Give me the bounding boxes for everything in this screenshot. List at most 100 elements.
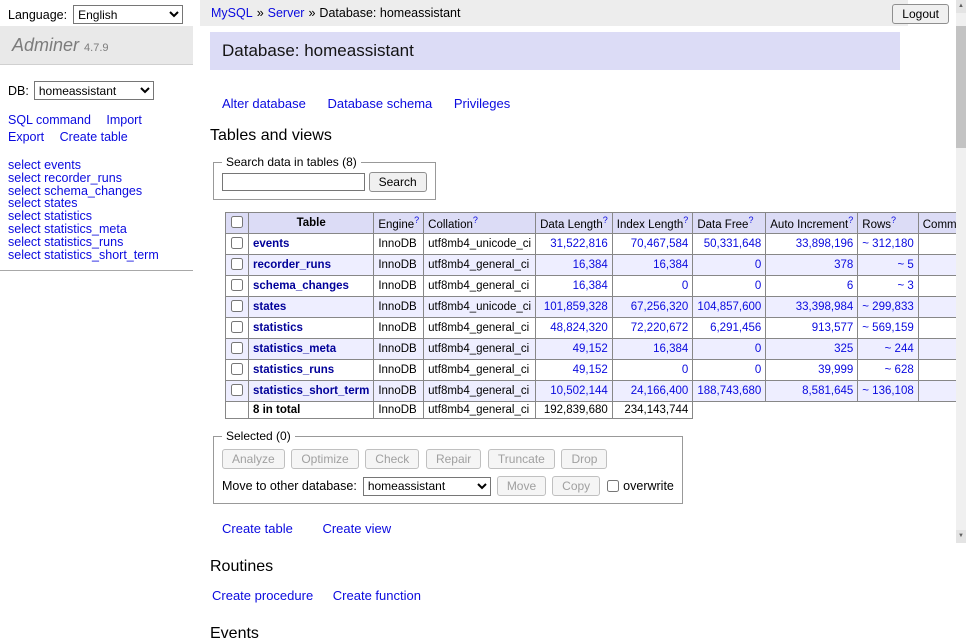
auto-increment-link[interactable]: 6	[847, 280, 853, 292]
move-button[interactable]: Move	[497, 476, 546, 496]
overwrite-checkbox[interactable]	[607, 480, 619, 492]
auto-increment-link[interactable]: 8,581,645	[802, 385, 853, 397]
table-link[interactable]: recorder_runs	[253, 259, 331, 271]
truncate-button[interactable]: Truncate	[488, 449, 555, 469]
rows-count-link[interactable]: ~ 628	[885, 364, 914, 376]
index-length-link[interactable]: 70,467,584	[631, 238, 689, 250]
create-table-link[interactable]: Create table	[222, 521, 293, 536]
data-length-link[interactable]: 16,384	[573, 259, 608, 271]
move-database-select[interactable]: homeassistant	[363, 477, 491, 496]
row-checkbox[interactable]	[231, 258, 243, 270]
sidebar-item-select-recorder-runs[interactable]: select recorder_runs	[8, 172, 185, 185]
sidebar-item-select-statistics-runs[interactable]: select statistics_runs	[8, 236, 185, 249]
data-length-link[interactable]: 101,859,328	[544, 301, 608, 313]
auto-increment-link[interactable]: 39,999	[818, 364, 853, 376]
auto-increment-link[interactable]: 325	[834, 343, 853, 355]
table-link[interactable]: schema_changes	[253, 280, 349, 292]
sidebar-item-select-statistics-short-term[interactable]: select statistics_short_term	[8, 249, 185, 262]
scrollbar[interactable]: ▲ ▼	[956, 0, 966, 543]
drop-button[interactable]: Drop	[561, 449, 607, 469]
rows-count-link[interactable]: ~ 244	[885, 343, 914, 355]
row-checkbox[interactable]	[231, 342, 243, 354]
sidebar-link-create-table[interactable]: Create table	[60, 130, 128, 144]
alter-database-link[interactable]: Alter database	[222, 96, 306, 111]
data-free-link[interactable]: 6,291,456	[710, 322, 761, 334]
scrollbar-thumb[interactable]	[956, 26, 966, 148]
row-checkbox[interactable]	[231, 363, 243, 375]
data-length-link[interactable]: 10,502,144	[550, 385, 608, 397]
logout-button[interactable]: Logout	[892, 4, 949, 24]
help-icon[interactable]: ?	[848, 215, 853, 225]
database-schema-link[interactable]: Database schema	[327, 96, 432, 111]
help-icon[interactable]: ?	[603, 215, 608, 225]
rows-count-link[interactable]: ~ 569,159	[862, 322, 913, 334]
table-link[interactable]: statistics_meta	[253, 343, 336, 355]
table-link[interactable]: statistics_short_term	[253, 385, 369, 397]
create-procedure-link[interactable]: Create procedure	[212, 588, 313, 603]
sidebar-link-import[interactable]: Import	[106, 113, 141, 127]
row-checkbox[interactable]	[231, 279, 243, 291]
rows-count-link[interactable]: ~ 5	[897, 259, 913, 271]
sidebar-item-select-statistics-meta[interactable]: select statistics_meta	[8, 223, 185, 236]
create-function-link[interactable]: Create function	[333, 588, 421, 603]
check-button[interactable]: Check	[365, 449, 419, 469]
data-length-link[interactable]: 48,824,320	[550, 322, 608, 334]
index-length-link[interactable]: 0	[682, 364, 688, 376]
data-length-link[interactable]: 49,152	[573, 364, 608, 376]
rows-count-link[interactable]: ~ 136,108	[862, 385, 913, 397]
row-checkbox[interactable]	[231, 321, 243, 333]
help-icon[interactable]: ?	[683, 215, 688, 225]
table-link[interactable]: events	[253, 238, 289, 250]
rows-count-link[interactable]: ~ 312,180	[862, 238, 913, 250]
index-length-link[interactable]: 16,384	[653, 259, 688, 271]
help-icon[interactable]: ?	[748, 215, 753, 225]
index-length-link[interactable]: 24,166,400	[631, 385, 689, 397]
auto-increment-link[interactable]: 33,898,196	[796, 238, 854, 250]
sidebar-link-sql-command[interactable]: SQL command	[8, 113, 91, 127]
copy-button[interactable]: Copy	[552, 476, 600, 496]
data-free-link[interactable]: 0	[755, 343, 761, 355]
index-length-link[interactable]: 72,220,672	[631, 322, 689, 334]
row-checkbox[interactable]	[231, 384, 243, 396]
index-length-link[interactable]: 0	[682, 280, 688, 292]
rows-count-link[interactable]: ~ 3	[897, 280, 913, 292]
data-length-link[interactable]: 31,522,816	[550, 238, 608, 250]
index-length-link[interactable]: 67,256,320	[631, 301, 689, 313]
sidebar-item-select-events[interactable]: select events	[8, 159, 185, 172]
row-checkbox[interactable]	[231, 300, 243, 312]
auto-increment-link[interactable]: 913,577	[812, 322, 854, 334]
create-view-link[interactable]: Create view	[322, 521, 391, 536]
data-free-link[interactable]: 0	[755, 364, 761, 376]
table-link[interactable]: statistics_runs	[253, 364, 334, 376]
language-select[interactable]: English	[73, 5, 183, 24]
scroll-down-icon[interactable]: ▼	[956, 530, 966, 543]
data-free-link[interactable]: 104,857,600	[697, 301, 761, 313]
optimize-button[interactable]: Optimize	[291, 449, 358, 469]
auto-increment-link[interactable]: 33,398,984	[796, 301, 854, 313]
analyze-button[interactable]: Analyze	[222, 449, 285, 469]
scroll-up-icon[interactable]: ▲	[956, 0, 966, 13]
index-length-link[interactable]: 16,384	[653, 343, 688, 355]
sidebar-link-export[interactable]: Export	[8, 130, 44, 144]
data-free-link[interactable]: 50,331,648	[704, 238, 762, 250]
auto-increment-link[interactable]: 378	[834, 259, 853, 271]
repair-button[interactable]: Repair	[426, 449, 481, 469]
table-link[interactable]: states	[253, 301, 286, 313]
help-icon[interactable]: ?	[473, 215, 478, 225]
search-button[interactable]: Search	[369, 172, 427, 192]
data-free-link[interactable]: 0	[755, 280, 761, 292]
data-length-link[interactable]: 16,384	[573, 280, 608, 292]
db-select[interactable]: homeassistant	[34, 81, 154, 100]
breadcrumb-mysql-link[interactable]: MySQL	[211, 6, 253, 20]
table-link[interactable]: statistics	[253, 322, 303, 334]
rows-count-link[interactable]: ~ 299,833	[862, 301, 913, 313]
app-name[interactable]: Adminer	[12, 35, 79, 55]
data-free-link[interactable]: 188,743,680	[697, 385, 761, 397]
privileges-link[interactable]: Privileges	[454, 96, 510, 111]
select-all-checkbox[interactable]	[231, 216, 243, 228]
search-input[interactable]	[222, 173, 365, 191]
breadcrumb-server-link[interactable]: Server	[268, 6, 305, 20]
row-checkbox[interactable]	[231, 237, 243, 249]
help-icon[interactable]: ?	[891, 215, 896, 225]
help-icon[interactable]: ?	[414, 215, 419, 225]
